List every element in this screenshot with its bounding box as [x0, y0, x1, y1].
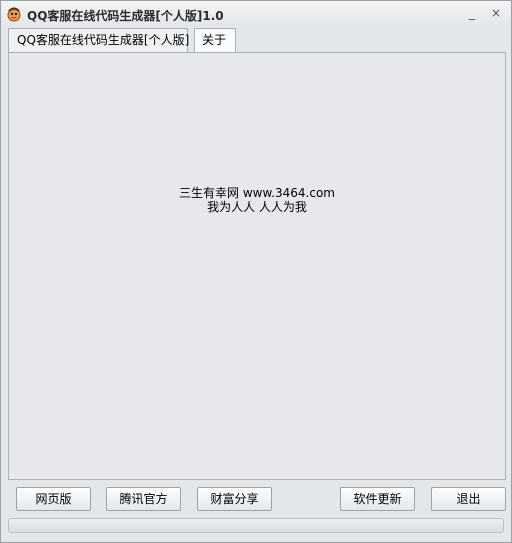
title-bar[interactable]: QQ客服在线代码生成器[个人版]1.0 _ ×	[1, 1, 511, 27]
tencent-official-button[interactable]: 腾讯官方	[106, 487, 181, 511]
minimize-button[interactable]: _	[463, 4, 481, 22]
progress-bar	[8, 518, 504, 533]
wealth-share-button[interactable]: 财富分享	[197, 487, 272, 511]
app-logo-icon	[7, 7, 21, 22]
app-window: QQ客服在线代码生成器[个人版]1.0 _ × QQ客服在线代码生成器[个人版]…	[0, 0, 512, 543]
software-update-button[interactable]: 软件更新	[340, 487, 415, 511]
tab-generator[interactable]: QQ客服在线代码生成器[个人版]	[8, 28, 189, 52]
about-panel: 三生有幸网 www.3464.com 我为人人 人人为我	[8, 52, 506, 480]
exit-button[interactable]: 退出	[431, 487, 506, 511]
window-title: QQ客服在线代码生成器[个人版]1.0	[27, 9, 224, 23]
web-version-button[interactable]: 网页版	[16, 487, 91, 511]
close-button[interactable]: ×	[487, 4, 505, 22]
tab-about[interactable]: 关于	[194, 28, 236, 53]
about-slogan-text: 我为人人 人人为我	[207, 200, 307, 214]
